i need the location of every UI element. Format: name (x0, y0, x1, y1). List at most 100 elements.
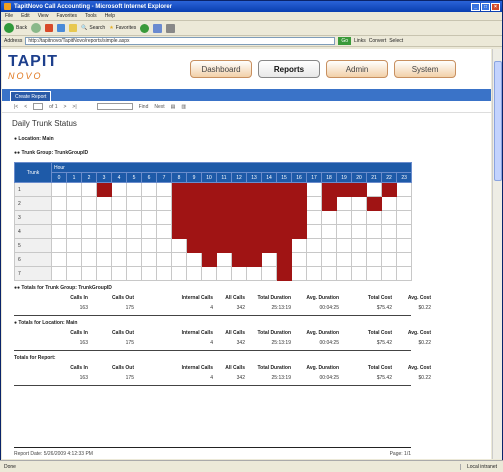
print-report-icon[interactable]: ▥ (181, 104, 186, 110)
totals-value: 25:13:19 (271, 340, 291, 346)
status-bar: Done Local intranet (0, 460, 503, 472)
next-page-button[interactable]: > (63, 104, 66, 110)
idle-cell (306, 252, 322, 267)
export-icon[interactable]: ▤ (171, 104, 176, 110)
trunk-column-header: Trunk (14, 162, 52, 183)
links-label[interactable]: Links (354, 38, 366, 44)
active-cell (246, 196, 262, 211)
menu-help[interactable]: Help (105, 13, 115, 19)
prev-page-button[interactable]: < (24, 104, 27, 110)
menu-favorites[interactable]: Favorites (56, 13, 77, 19)
trunk-row: 5 (14, 238, 413, 253)
active-cell (201, 252, 217, 267)
active-cell (231, 210, 247, 225)
hour-label: 11 (216, 172, 232, 183)
stop-icon[interactable] (45, 24, 54, 32)
find-next-link[interactable]: Next (154, 104, 164, 110)
go-button[interactable]: Go (338, 37, 352, 45)
refresh-icon[interactable] (57, 24, 66, 32)
hour-numbers-row: 0 1 2 3 4 5 6 7 8 9 10 11 12 13 14 15 16 17 18 19 20 21 22 23 (15, 172, 413, 183)
idle-cell (96, 210, 112, 225)
minimize-button[interactable]: _ (471, 2, 480, 11)
media-icon[interactable] (140, 23, 150, 33)
hour-label: 5 (126, 172, 142, 183)
totals-column-headers: Calls In Calls Out Internal Calls All Calls… (14, 365, 431, 371)
grid-header-row: Trunk Hour (14, 162, 413, 183)
scroll-thumb[interactable] (494, 61, 502, 181)
page-number-input[interactable] (33, 103, 44, 110)
nav-admin[interactable]: Admin (326, 60, 389, 78)
search-button[interactable]: 🔍 Search (81, 25, 105, 31)
favorites-button[interactable]: ★ Favorites (109, 25, 136, 31)
nav-reports[interactable]: Reports (258, 60, 321, 78)
find-link[interactable]: Find (139, 104, 149, 110)
menu-tools[interactable]: Tools (85, 13, 97, 19)
idle-cell (156, 224, 172, 239)
nav-system[interactable]: System (394, 60, 457, 78)
idle-cell (81, 196, 97, 211)
tapit-novo-logo: TAPIT NOVO (8, 53, 59, 82)
active-cell (321, 182, 337, 197)
page-count: of 1 (49, 103, 58, 110)
hour-label: 23 (395, 172, 413, 183)
menu-file[interactable]: File (5, 13, 13, 19)
print-icon[interactable] (166, 23, 176, 33)
hour-label: 6 (141, 172, 157, 183)
maximize-button[interactable]: □ (481, 2, 490, 11)
hour-label: 12 (231, 172, 247, 183)
idle-cell (126, 196, 142, 211)
last-page-button[interactable]: >| (72, 104, 76, 110)
idle-cell (366, 238, 382, 253)
active-cell (171, 210, 187, 225)
location-heading: ● Location: Main (14, 136, 54, 142)
idle-cell (381, 224, 397, 239)
active-cell (171, 224, 187, 239)
idle-cell (156, 266, 172, 281)
first-page-button[interactable]: |< (14, 104, 18, 110)
status-text: Done (4, 463, 16, 470)
active-cell (291, 182, 307, 197)
window-title: TapitNovo Call Accounting - Microsoft In… (14, 3, 173, 10)
active-cell (276, 182, 292, 197)
idle-cell (186, 266, 202, 281)
vertical-scrollbar[interactable] (492, 49, 502, 459)
menu-edit[interactable]: Edit (21, 13, 30, 19)
idle-cell (51, 238, 67, 253)
idle-cell (171, 266, 187, 281)
home-icon[interactable] (69, 24, 78, 32)
idle-cell (291, 238, 307, 253)
menu-view[interactable]: View (38, 13, 49, 19)
idle-cell (231, 266, 247, 281)
totals-heading: ●● Totals for Trunk Group: TrunkGroupID (14, 285, 112, 291)
trunk-row: 1 (14, 182, 413, 197)
forward-button[interactable] (31, 23, 42, 33)
idle-cell (66, 224, 82, 239)
idle-cell (366, 266, 382, 281)
back-button[interactable]: Back (4, 23, 27, 33)
active-cell (186, 238, 202, 253)
find-input[interactable] (96, 103, 133, 110)
nav-dashboard[interactable]: Dashboard (190, 60, 253, 78)
hour-label: 1 (66, 172, 82, 183)
close-button[interactable]: × (491, 2, 500, 11)
address-input[interactable]: http://tapitnovo/TapitNovo/reports/simpl… (25, 37, 336, 45)
hour-label: 19 (336, 172, 352, 183)
totals-column-header: Calls Out (112, 330, 134, 336)
hour-label: 16 (291, 172, 307, 183)
hour-label: 13 (246, 172, 262, 183)
tab-create-report[interactable]: Create Report (10, 91, 52, 101)
mail-icon[interactable] (153, 23, 163, 33)
idle-cell (81, 266, 97, 281)
active-cell (261, 224, 277, 239)
idle-cell (306, 210, 322, 225)
idle-cell (381, 196, 397, 211)
select-button[interactable]: Select (389, 38, 403, 44)
idle-cell (111, 252, 127, 267)
active-cell (276, 266, 292, 281)
active-cell (216, 182, 232, 197)
convert-button[interactable]: Convert (369, 38, 387, 44)
totals-value: 163 (79, 305, 88, 311)
totals-column-header: All Calls (225, 365, 245, 371)
active-cell (201, 210, 217, 225)
